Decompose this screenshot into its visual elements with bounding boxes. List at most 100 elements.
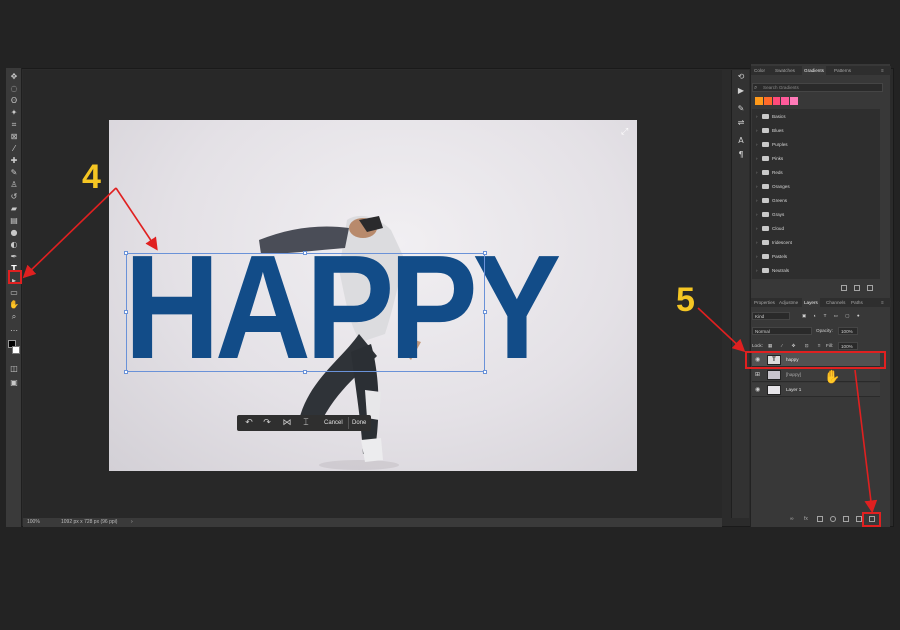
tab-gradients[interactable]: Gradients [802,66,826,75]
gradient-swatch[interactable] [763,97,772,105]
paragraph-icon[interactable]: ¶ [736,150,746,160]
redo-icon[interactable]: ↷ [261,417,273,429]
transform-handle[interactable] [483,251,487,255]
gradient-folder[interactable]: › Cloud [756,224,876,233]
expand-icon[interactable]: ⤢ [621,127,631,137]
background-color-swatch[interactable] [12,346,20,354]
gradient-swatch[interactable] [772,97,781,105]
quick-mask-icon[interactable]: ◫ [9,364,19,374]
tab-patterns[interactable]: Patterns [834,66,851,75]
gradient-folder[interactable]: › Grays [756,210,876,219]
actions-play-icon[interactable]: ▶ [736,86,746,96]
trash-icon[interactable] [867,285,873,291]
pen-icon[interactable]: ✒ [9,252,19,262]
screen-mode-icon[interactable]: ▣ [9,378,19,388]
layer-name[interactable]: Layer 1 [786,383,801,397]
gradient-folder[interactable]: › Pinks [756,154,876,163]
history-brush-icon[interactable]: ↺ [9,192,19,202]
layer-row-layer-1[interactable]: ◉ Layer 1 [752,383,880,397]
zoom-icon[interactable]: ⌕ [9,312,19,322]
layer-row-happy-smart[interactable]: ⊞ [happy] [752,368,880,382]
gradient-swatch[interactable] [781,97,790,105]
opacity-input[interactable]: 100% [838,327,858,335]
lock-icons[interactable]: ▦ ⁄ ✥ ⊡ ⌑ [768,342,824,350]
tab-adjustments[interactable]: Adjustme [779,298,798,307]
gradient-folder[interactable]: › Reds [756,168,876,177]
character-icon[interactable]: A [736,136,746,146]
gradient-folder[interactable]: › Neutrals [756,266,876,275]
panel-menu-icon[interactable]: ≡ [881,298,884,307]
gradient-folder[interactable]: › Purples [756,140,876,149]
transform-handle[interactable] [483,370,487,374]
undo-icon[interactable]: ↶ [243,417,255,429]
gradient-icon[interactable]: ▤ [9,216,19,226]
layer-filter-icons[interactable]: ▣ ◐ T ▭ ▢ ● [800,312,882,320]
align-icon[interactable]: ⌶ [300,417,312,429]
eraser-icon[interactable]: ▰ [9,204,19,214]
tab-paths[interactable]: Paths [851,298,863,307]
folder-icon [762,268,769,273]
done-button[interactable]: Done [348,417,369,429]
transform-handle[interactable] [483,310,487,314]
transform-handle[interactable] [303,251,307,255]
gradient-folder[interactable]: › Pastels [756,252,876,261]
healing-icon[interactable]: ✚ [9,156,19,166]
layer-kind-filter[interactable]: Kind [752,312,790,320]
marquee-icon[interactable]: ◌ [9,84,19,94]
new-gradient-icon[interactable] [854,285,860,291]
transform-handle[interactable] [124,251,128,255]
layer-mask-icon[interactable] [817,516,823,522]
adjust-icon[interactable]: ⇌ [736,118,746,128]
tab-color[interactable]: Color [754,66,765,75]
stamp-icon[interactable]: ♙ [9,180,19,190]
gradient-search-input[interactable]: Search Gradients [752,83,883,92]
folder-icon [762,128,769,133]
gradient-swatch[interactable] [755,97,763,105]
more-icon[interactable]: ⋯ [9,326,19,336]
crop-icon[interactable]: ⌗ [9,120,19,130]
hand-icon[interactable]: ✋ [9,300,19,310]
brush-settings-icon[interactable]: ✎ [736,104,746,114]
blur-icon[interactable]: ● [9,228,19,238]
adjustment-layer-icon[interactable] [830,516,836,522]
eyedropper-icon[interactable]: ⁄ [9,144,19,154]
tab-swatches[interactable]: Swatches [775,66,795,75]
blend-mode-select[interactable]: Normal [752,327,812,335]
group-folder-icon[interactable] [843,516,849,522]
link-layers-icon[interactable]: ∞ [790,516,796,522]
frame-icon[interactable]: ⊠ [9,132,19,142]
tab-channels[interactable]: Channels [826,298,845,307]
panel-menu-icon[interactable]: ≡ [881,66,884,75]
gradient-folder[interactable]: › Iridescent [756,238,876,247]
chevron-right-icon: › [756,128,758,133]
shape-icon[interactable]: ▭ [9,288,19,298]
transform-bounding-box[interactable] [124,251,487,374]
chain-link-icon[interactable]: ⊞ [755,371,763,379]
transform-handle[interactable] [303,370,307,374]
magic-wand-icon[interactable]: ✦ [9,108,19,118]
new-folder-icon[interactable] [841,285,847,291]
history-icon[interactable]: ⟲ [736,72,746,82]
gradient-folder[interactable]: › Blues [756,126,876,135]
brush-icon[interactable]: ✎ [9,168,19,178]
gradient-swatch[interactable] [790,97,798,105]
transform-handle[interactable] [124,370,128,374]
fill-input[interactable]: 100% [838,342,858,350]
dodge-icon[interactable]: ◐ [9,240,19,250]
tab-layers[interactable]: Layers [802,298,820,307]
move-icon[interactable]: ✥ [9,72,19,82]
gradient-folder[interactable]: › Greens [756,196,876,205]
tab-properties[interactable]: Properties [754,298,775,307]
gradient-folder[interactable]: › Oranges [756,182,876,191]
transform-handle[interactable] [124,310,128,314]
gradient-folder[interactable]: › Basics [756,112,876,121]
status-menu-chevron-icon[interactable]: › [131,518,133,527]
visibility-eye-icon[interactable]: ◉ [755,386,763,394]
zoom-level[interactable]: 100% [27,518,40,527]
warp-icon[interactable]: ⋈ [281,417,293,429]
folder-icon [762,212,769,217]
cancel-button[interactable]: Cancel [321,417,346,429]
lasso-icon[interactable]: ʘ [9,96,19,106]
fx-icon[interactable]: fx [804,516,810,522]
layer-name[interactable]: [happy] [786,368,801,382]
